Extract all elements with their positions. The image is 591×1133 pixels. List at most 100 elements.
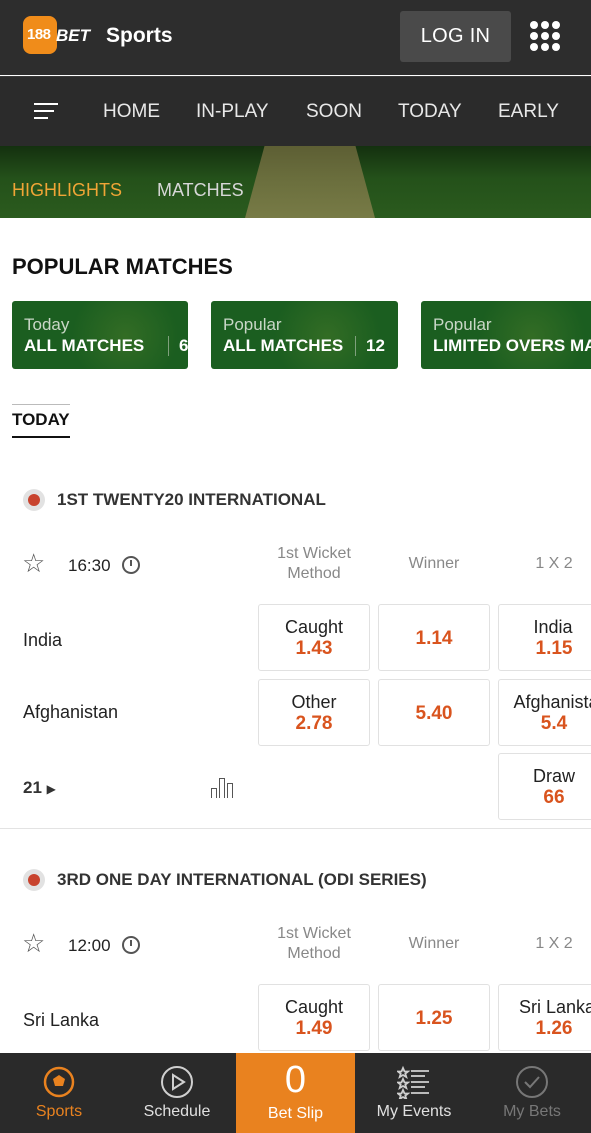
bottom-nav-bet-slip[interactable]: 0 Bet Slip <box>236 1053 355 1133</box>
bottom-nav-label: My Events <box>376 1103 452 1120</box>
competition-header[interactable]: 3RD ONE DAY INTERNATIONAL (ODI SERIES) <box>23 869 427 891</box>
bottom-nav-label: My Bets <box>503 1103 561 1120</box>
apps-grid-icon[interactable] <box>530 21 560 51</box>
match-divider <box>0 828 591 829</box>
clock-icon <box>122 936 140 954</box>
team-home: Sri Lanka <box>23 1010 100 1030</box>
odds-winner-home[interactable]: 1.14 <box>378 604 490 671</box>
favorite-star-icon[interactable]: ☆ <box>22 928 45 959</box>
bet-slip-count: 0 <box>284 1059 307 1101</box>
nav-today[interactable]: TODAY <box>398 101 462 123</box>
card-subtitle: Popular <box>223 315 282 334</box>
odds-value: 5.4 <box>540 713 568 734</box>
odds-value: 1.43 <box>295 638 333 659</box>
odds-label: Caught <box>284 997 344 1017</box>
odds-1x2-home[interactable]: Sri Lanka 1.26 <box>498 984 591 1051</box>
nav-early[interactable]: EARLY <box>498 101 559 123</box>
card-count: 12 <box>355 336 385 356</box>
odds-winner-away[interactable]: 5.40 <box>378 679 490 746</box>
team-away: Afghanistan <box>23 702 119 722</box>
odds-value: 1.14 <box>415 628 453 649</box>
bottom-nav-label: Sports <box>35 1103 83 1120</box>
odds-wicket-other[interactable]: Other 2.78 <box>258 679 370 746</box>
stats-icon[interactable] <box>211 776 235 798</box>
more-markets-link[interactable]: 21 ▶ <box>23 778 56 798</box>
competition-name: 3RD ONE DAY INTERNATIONAL (ODI SERIES) <box>57 870 427 889</box>
odds-label: Afghanistan <box>513 692 591 712</box>
competition-name: 1ST TWENTY20 INTERNATIONAL <box>57 490 326 509</box>
cricket-ball-icon <box>23 869 45 891</box>
odds-label: Draw <box>532 766 575 786</box>
odds-wicket-caught[interactable]: Caught 1.49 <box>258 984 370 1051</box>
odds-1x2-away[interactable]: Afghanistan 5.4 <box>498 679 591 746</box>
odds-label: Other <box>291 692 337 712</box>
today-tab-border <box>12 404 70 405</box>
market-header-wicket: 1st Wicket Method <box>277 925 351 962</box>
menu-icon[interactable] <box>34 103 58 121</box>
odds-label: Sri Lanka <box>518 997 591 1017</box>
market-header-1x2: 1 X 2 <box>535 555 573 572</box>
odds-value: 5.40 <box>415 703 453 724</box>
market-header-winner: Winner <box>408 935 460 952</box>
market-header-1x2: 1 X 2 <box>535 935 573 952</box>
market-header-wicket: 1st Wicket Method <box>277 545 351 582</box>
card-today-all-matches[interactable]: Today ALL MATCHES 6 <box>12 301 188 369</box>
market-header-winner: Winner <box>408 555 460 572</box>
odds-value: 66 <box>543 787 565 808</box>
caret-right-icon: ▶ <box>46 782 56 796</box>
main-nav: HOME IN-PLAY SOON TODAY EARLY <box>0 76 591 146</box>
match-time: 12:00 <box>68 936 111 955</box>
bottom-nav-schedule[interactable]: Schedule <box>118 1053 236 1133</box>
page-title: Sports <box>106 24 173 47</box>
card-popular-limited-overs[interactable]: Popular LIMITED OVERS MATCHES <box>421 301 591 369</box>
card-subtitle: Today <box>24 315 70 334</box>
bottom-nav-label: Schedule <box>143 1103 211 1120</box>
bottom-nav-label: Bet Slip <box>267 1105 324 1122</box>
logo-number: 188 <box>27 26 51 43</box>
odds-winner-home[interactable]: 1.25 <box>378 984 490 1051</box>
more-markets-count: 21 <box>23 778 42 797</box>
competition-header[interactable]: 1ST TWENTY20 INTERNATIONAL <box>23 489 326 511</box>
odds-label: India <box>533 617 573 637</box>
odds-value: 1.25 <box>415 1008 453 1029</box>
card-title: ALL MATCHES <box>24 336 145 355</box>
logo-word: BET <box>56 26 90 45</box>
team-home: India <box>23 630 63 650</box>
hero-banner: HIGHLIGHTS MATCHES <box>0 146 591 218</box>
starred-list-icon <box>397 1065 429 1099</box>
nav-soon[interactable]: SOON <box>306 101 362 123</box>
tab-highlights[interactable]: HIGHLIGHTS <box>12 180 122 201</box>
odds-value: 1.15 <box>535 638 573 659</box>
soccer-ball-icon <box>43 1066 75 1098</box>
bottom-nav: Sports Schedule 0 Bet Slip My Events My … <box>0 1053 591 1133</box>
brand-logo[interactable]: 188 BET <box>23 16 90 54</box>
bottom-nav-my-events[interactable]: My Events <box>355 1053 473 1133</box>
card-title: ALL MATCHES <box>223 336 344 355</box>
today-tab-underline <box>12 436 70 438</box>
popular-matches-title: POPULAR MATCHES <box>12 254 233 279</box>
play-circle-icon <box>161 1066 193 1098</box>
nav-home[interactable]: HOME <box>103 101 160 123</box>
odds-1x2-home[interactable]: India 1.15 <box>498 604 591 671</box>
bottom-nav-sports[interactable]: Sports <box>0 1053 118 1133</box>
odds-value: 1.49 <box>295 1018 333 1039</box>
card-subtitle: Popular <box>433 315 492 334</box>
login-button[interactable]: LOG IN <box>400 11 511 62</box>
top-bar: 188 BET Sports LOG IN <box>0 0 591 75</box>
odds-1x2-draw[interactable]: Draw 66 <box>498 753 591 820</box>
card-count: 6 <box>168 336 188 356</box>
nav-in-play[interactable]: IN-PLAY <box>196 101 269 123</box>
today-tab[interactable]: TODAY <box>12 410 70 430</box>
cricket-ball-icon <box>23 489 45 511</box>
tab-matches[interactable]: MATCHES <box>157 180 244 201</box>
match-time: 16:30 <box>68 556 111 575</box>
card-title: LIMITED OVERS MATCHES <box>433 336 591 355</box>
bottom-nav-my-bets[interactable]: My Bets <box>473 1053 591 1133</box>
odds-value: 1.26 <box>535 1018 573 1039</box>
odds-value: 2.78 <box>295 713 333 734</box>
card-popular-all-matches[interactable]: Popular ALL MATCHES 12 <box>211 301 398 369</box>
favorite-star-icon[interactable]: ☆ <box>22 548 45 579</box>
odds-label: Caught <box>284 617 344 637</box>
odds-wicket-caught[interactable]: Caught 1.43 <box>258 604 370 671</box>
check-circle-icon <box>516 1066 548 1098</box>
